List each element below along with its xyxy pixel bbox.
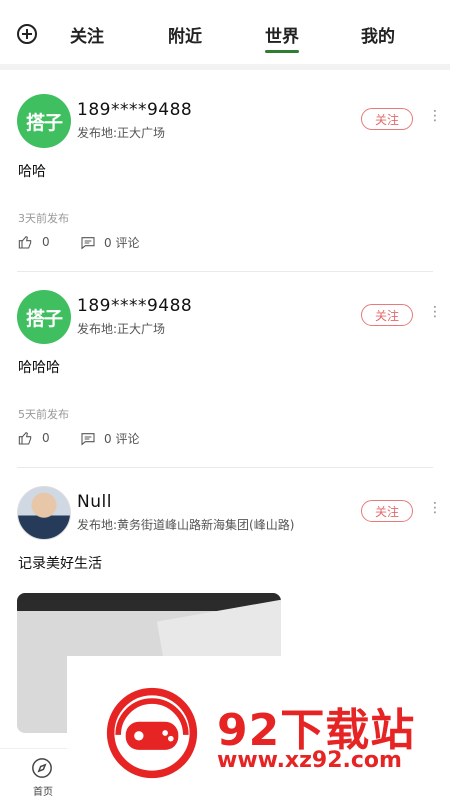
follow-button[interactable]: 关注 — [361, 500, 413, 522]
post-text: 记录美好生活 — [18, 556, 102, 572]
avatar[interactable]: 搭子 — [17, 290, 71, 344]
comment-icon — [80, 431, 96, 447]
nav-home-label[interactable]: 首页 — [33, 783, 53, 798]
comment-icon — [80, 235, 96, 251]
post-time: 5天前发布 — [18, 408, 69, 421]
top-tab-bar: 关注 附近 世界 我的 — [0, 0, 450, 64]
more-options-icon[interactable] — [428, 304, 442, 322]
tab-nearby[interactable]: 附近 — [168, 22, 202, 47]
divider — [17, 271, 433, 272]
thumbs-up-icon — [18, 430, 34, 446]
add-icon[interactable] — [17, 24, 37, 44]
watermark: 92下载站 www.xz92.com — [67, 656, 450, 800]
post-text: 哈哈哈 — [18, 360, 60, 376]
like-action[interactable]: 0 — [18, 234, 50, 250]
username[interactable]: Null — [77, 492, 112, 512]
like-count: 0 — [42, 235, 50, 249]
post-time: 3天前发布 — [18, 212, 69, 225]
like-count: 0 — [42, 431, 50, 445]
comment-action[interactable]: 0 评论 — [80, 430, 139, 447]
compass-icon[interactable] — [31, 757, 53, 779]
tab-world[interactable]: 世界 — [265, 22, 299, 53]
location: 发布地:正大广场 — [77, 322, 166, 336]
comment-count: 0 评论 — [104, 432, 140, 446]
username[interactable]: 189****9488 — [77, 296, 192, 316]
more-options-icon[interactable] — [428, 108, 442, 126]
follow-button[interactable]: 关注 — [361, 108, 413, 130]
watermark-url: www.xz92.com — [217, 748, 402, 773]
location: 发布地:正大广场 — [77, 126, 166, 140]
username[interactable]: 189****9488 — [77, 100, 192, 120]
comment-action[interactable]: 0 评论 — [80, 234, 139, 251]
thumbs-up-icon — [18, 234, 34, 250]
tab-following[interactable]: 关注 — [70, 22, 104, 47]
comment-count: 0 评论 — [104, 236, 140, 250]
gamepad-logo-icon — [105, 686, 199, 780]
like-action[interactable]: 0 — [18, 430, 50, 446]
location: 发布地:黄务街道峰山路新海集团(峰山路) — [77, 518, 295, 532]
more-options-icon[interactable] — [428, 500, 442, 518]
avatar[interactable]: 搭子 — [17, 94, 71, 148]
post-text: 哈哈 — [18, 164, 46, 180]
tab-mine[interactable]: 我的 — [361, 22, 395, 47]
follow-button[interactable]: 关注 — [361, 304, 413, 326]
avatar[interactable] — [17, 486, 71, 540]
divider — [17, 467, 433, 468]
